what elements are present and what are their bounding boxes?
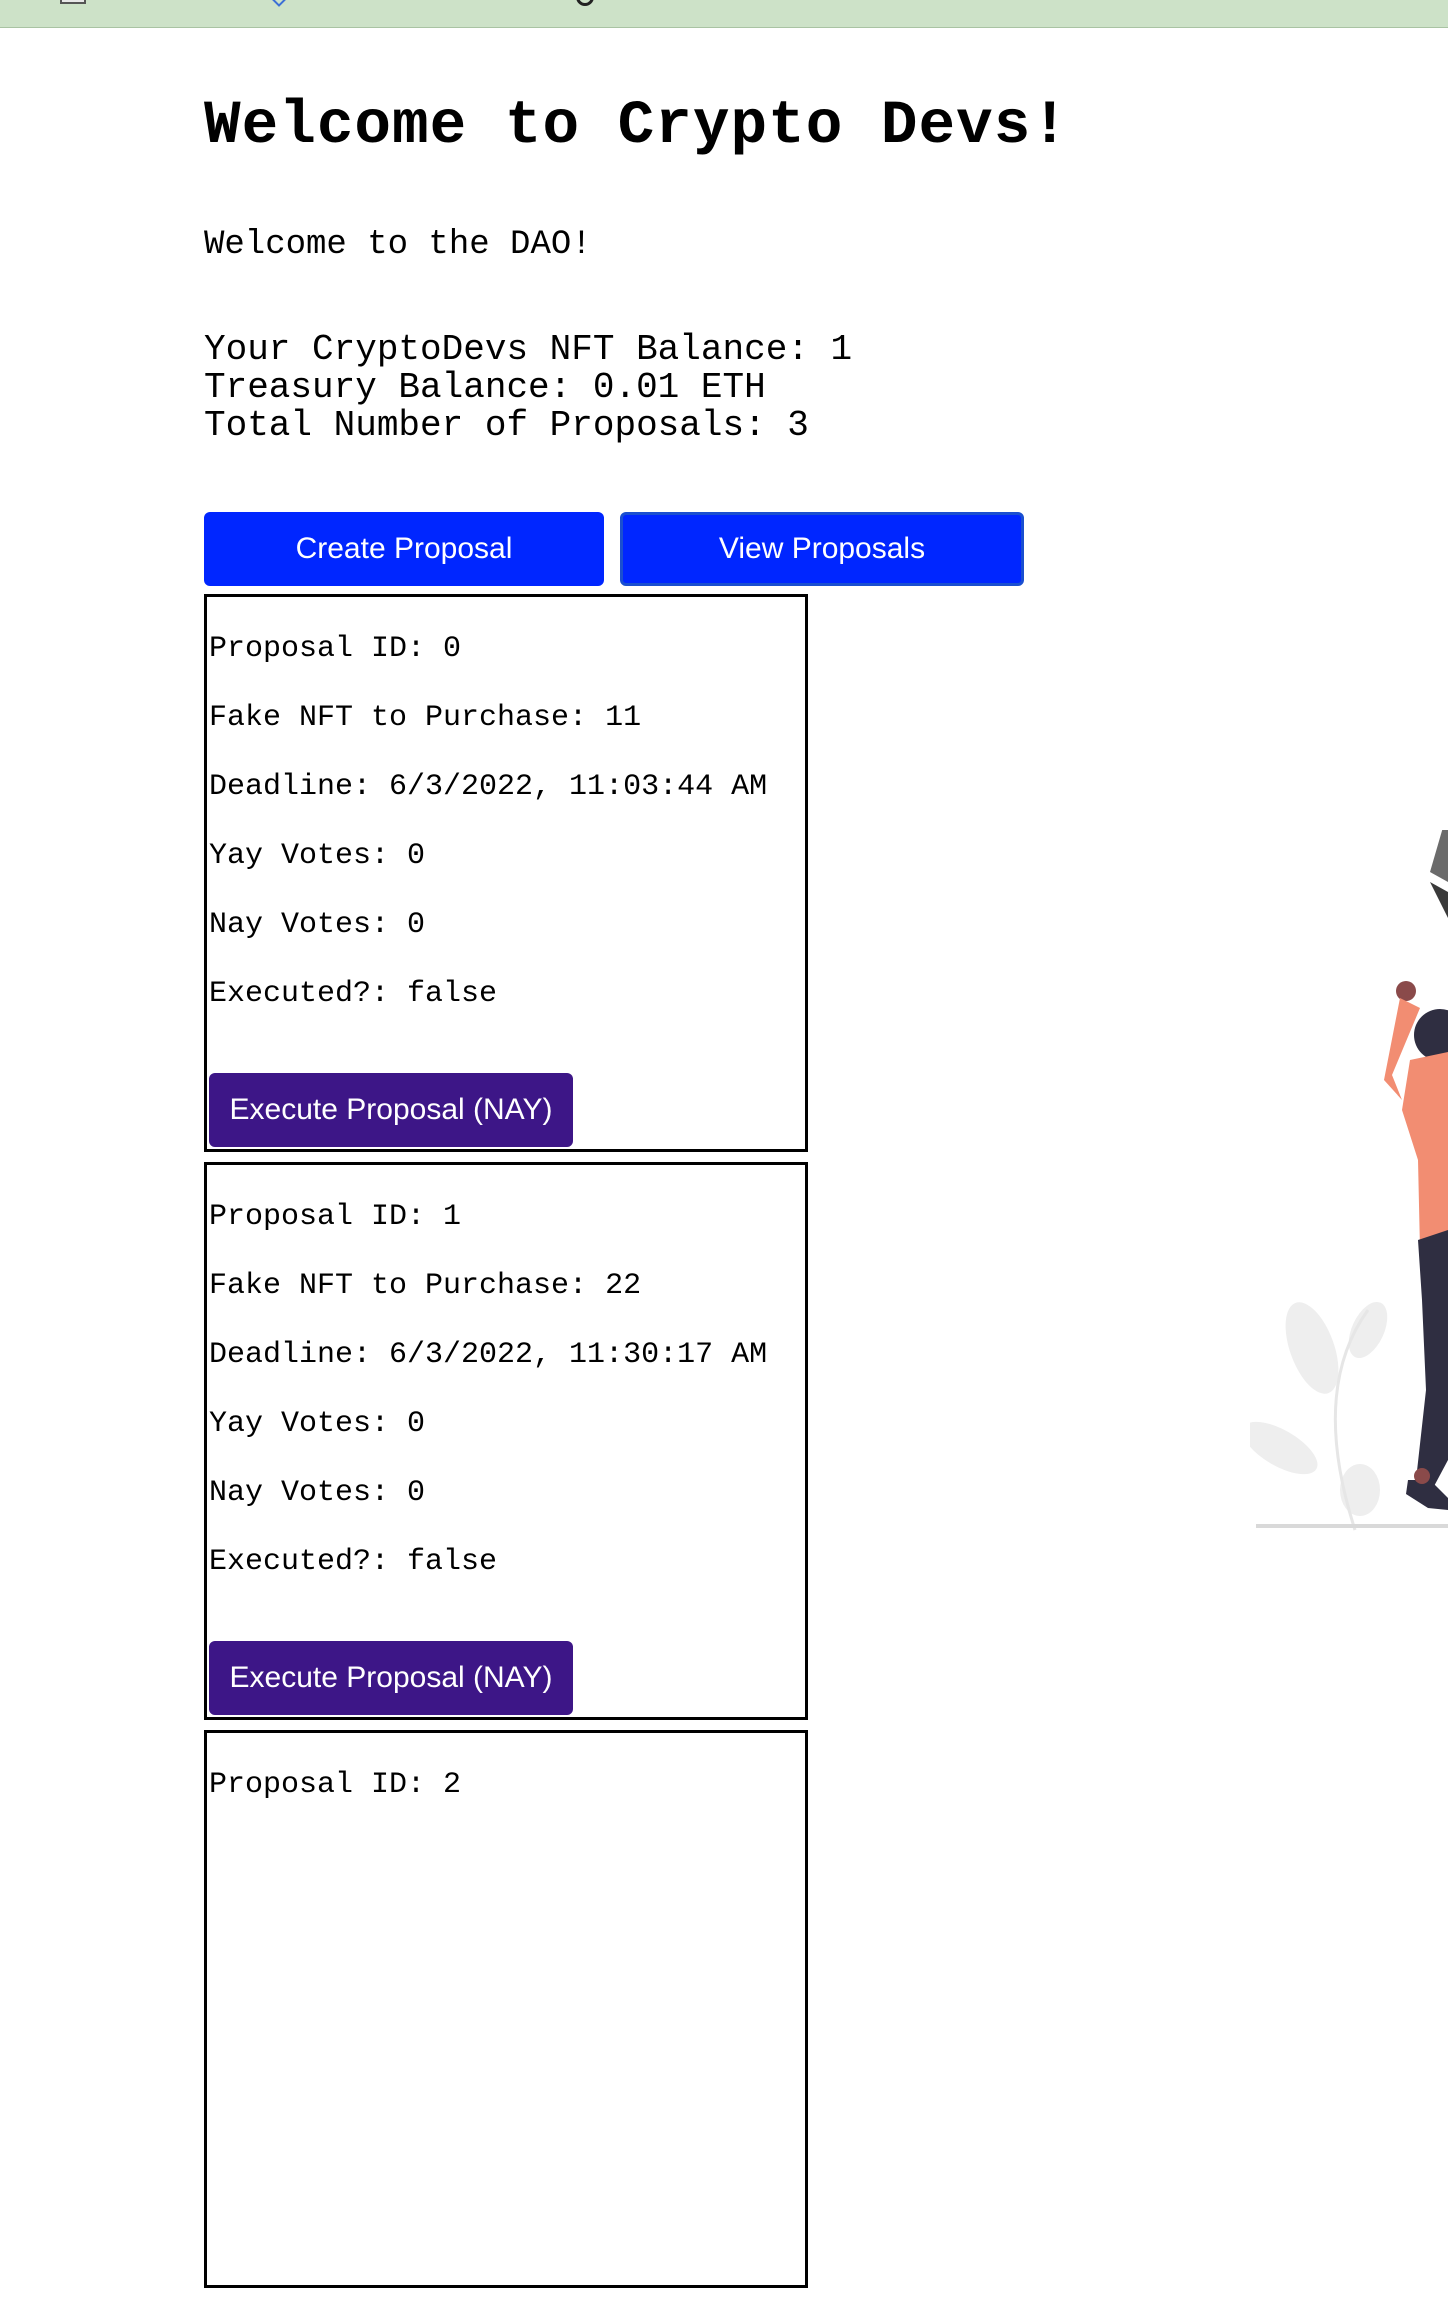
proposal-nft: Fake NFT to Purchase: 22 (209, 1269, 642, 1303)
proposal-list: Proposal ID: 0 Fake NFT to Purchase: 11 … (204, 594, 808, 2298)
ethereum-logo-icon (1430, 830, 1448, 918)
bookmark-item[interactable] (60, 0, 214, 4)
execute-proposal-button[interactable]: Execute Proposal (NAY) (209, 1073, 573, 1147)
bookmark-item[interactable] (576, 0, 772, 6)
bookmark-item[interactable] (269, 0, 514, 7)
bookmark-circle-icon (576, 0, 594, 6)
proposal-nay-votes: Nay Votes: 0 (209, 1476, 426, 1510)
execute-proposal-button[interactable]: Execute Proposal (NAY) (209, 1641, 573, 1715)
page-subtitle: Welcome to the DAO! (204, 226, 592, 264)
person-illustration (1250, 830, 1448, 1531)
bookmark-window-icon (60, 0, 86, 4)
proposal-deadline: Deadline: 6/3/2022, 11:03:44 AM (209, 770, 768, 804)
proposal-card: Proposal ID: 2 (204, 1730, 808, 2288)
create-proposal-button[interactable]: Create Proposal (204, 512, 604, 586)
proposal-yay-votes: Yay Votes: 0 (209, 839, 426, 873)
proposal-nay-votes: Nay Votes: 0 (209, 908, 426, 942)
plant-icon (1250, 1301, 1388, 1531)
action-buttons: Create Proposal View Proposals (204, 512, 1024, 586)
bookmark-diamond-icon (269, 0, 289, 7)
page-title: Welcome to Crypto Devs! (204, 92, 1069, 161)
proposal-nft: Fake NFT to Purchase: 11 (209, 701, 642, 735)
proposal-executed: Executed?: false (209, 977, 498, 1011)
proposal-deadline: Deadline: 6/3/2022, 11:30:17 AM (209, 1338, 768, 1372)
nft-balance: Your CryptoDevs NFT Balance: 1 (204, 329, 853, 370)
proposal-id: Proposal ID: 2 (209, 1768, 462, 1802)
stats-block: Your CryptoDevs NFT Balance: 1 Treasury … (204, 331, 852, 445)
person-figure (1384, 981, 1448, 1510)
ground-line (1256, 1524, 1448, 1528)
proposal-yay-votes: Yay Votes: 0 (209, 1407, 426, 1441)
proposal-id: Proposal ID: 0 (209, 632, 462, 666)
proposal-card: Proposal ID: 1 Fake NFT to Purchase: 22 … (204, 1162, 808, 1720)
bookmarks-bar (0, 0, 1448, 28)
treasury-balance: Treasury Balance: 0.01 ETH (204, 367, 766, 408)
total-proposals: Total Number of Proposals: 3 (204, 405, 809, 446)
proposal-card: Proposal ID: 0 Fake NFT to Purchase: 11 … (204, 594, 808, 1152)
proposal-executed: Executed?: false (209, 1545, 498, 1579)
proposal-id: Proposal ID: 1 (209, 1200, 462, 1234)
view-proposals-button[interactable]: View Proposals (620, 512, 1024, 586)
